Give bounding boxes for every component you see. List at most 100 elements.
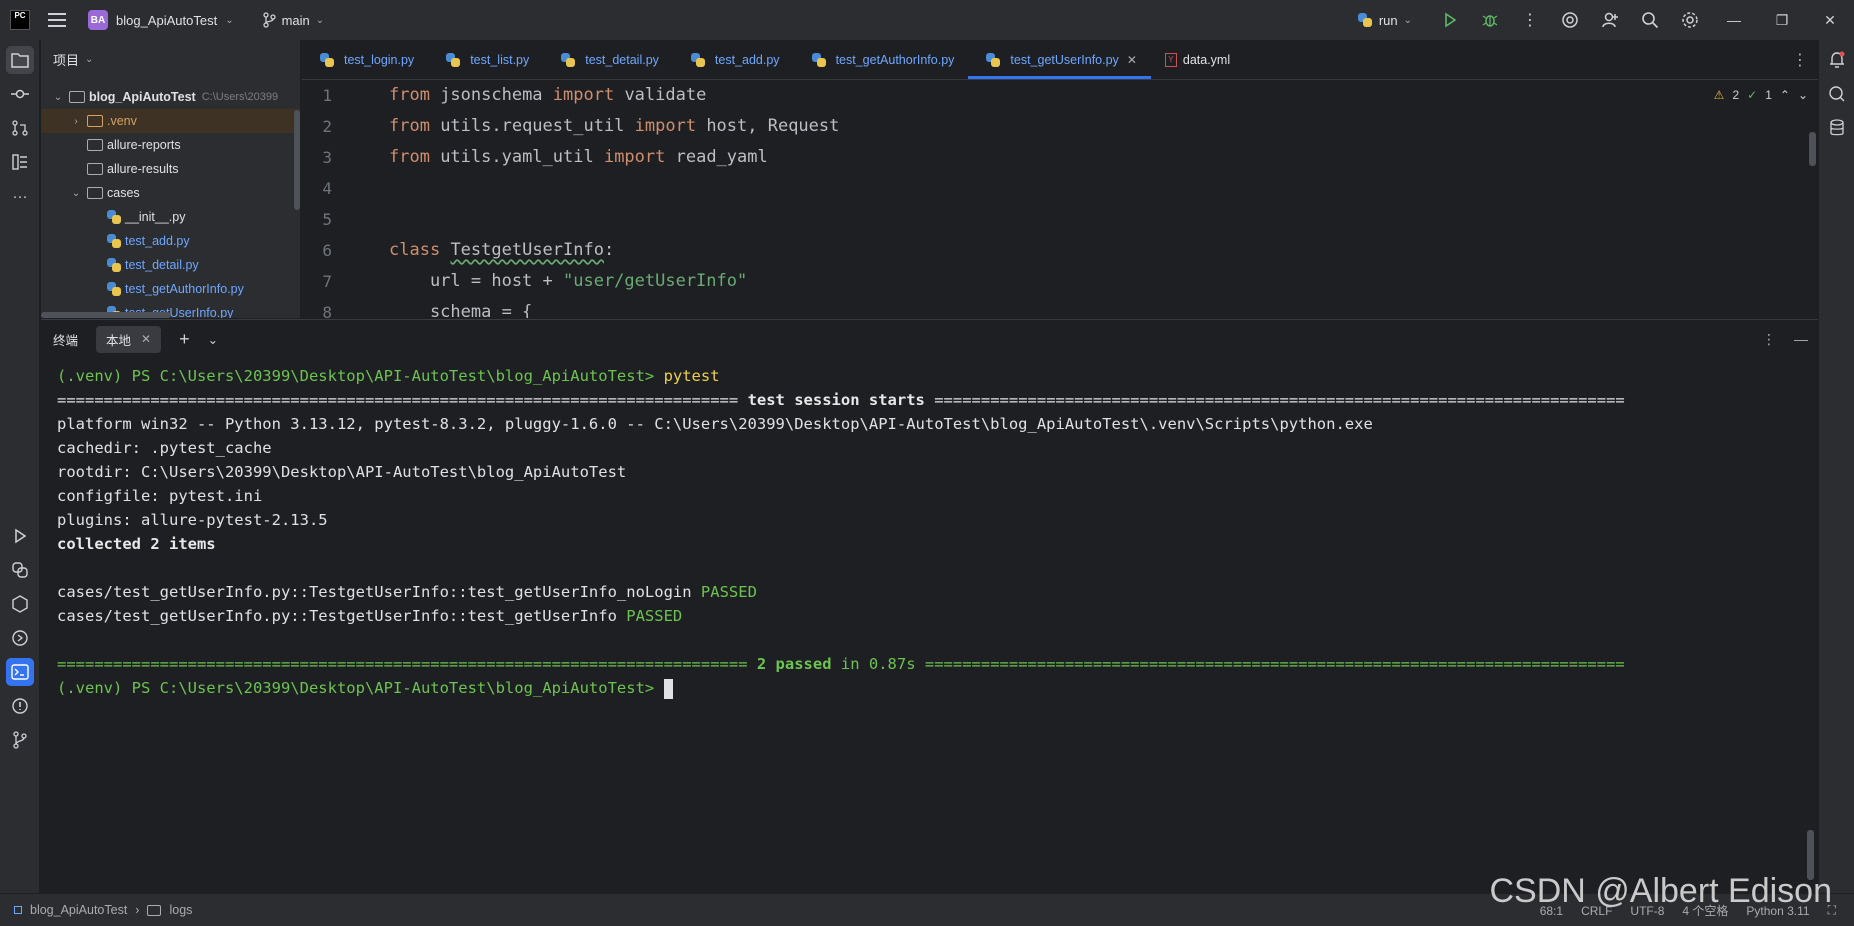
editor-scrollbar[interactable] xyxy=(1809,132,1816,166)
breadcrumb: blog_ApiAutoTest › logs xyxy=(14,903,192,917)
more-tools-icon[interactable]: ··· xyxy=(6,182,34,210)
python-file-icon xyxy=(107,234,121,248)
branch-name: main xyxy=(281,12,310,28)
run-icon[interactable] xyxy=(1430,0,1470,40)
chevron-down-icon[interactable]: ⌄ xyxy=(208,332,218,347)
commit-icon[interactable] xyxy=(6,80,34,108)
version-control-icon[interactable] xyxy=(6,726,34,754)
code-line: from jsonschema import validate xyxy=(389,85,707,105)
line-number: 2 xyxy=(322,117,332,136)
more-options-icon[interactable]: ⋮ xyxy=(1762,331,1776,348)
tab-test-detail[interactable]: test_detail.py xyxy=(543,40,673,79)
tab-data-yml[interactable]: Y data.yml xyxy=(1151,40,1244,79)
tab-label: test_login.py xyxy=(344,52,415,67)
ai-assistant-icon[interactable] xyxy=(1550,0,1590,40)
tree-item-test-detail[interactable]: test_detail.py xyxy=(41,253,300,277)
project-scrollbar[interactable] xyxy=(294,110,300,210)
tree-item-init-py[interactable]: __init__.py xyxy=(41,205,300,229)
run-configuration-selector[interactable]: run ⌄ xyxy=(1357,12,1412,28)
project-horizontal-scrollbar[interactable] xyxy=(41,312,171,318)
tree-item-allure-reports[interactable]: allure-reports xyxy=(41,133,300,157)
structure-icon[interactable] xyxy=(6,148,34,176)
python-console-icon[interactable] xyxy=(6,624,34,652)
code-line: class TestgetUserInfo: xyxy=(389,240,615,260)
new-terminal-icon[interactable]: + xyxy=(179,329,190,350)
tab-label: test_detail.py xyxy=(585,52,659,67)
close-icon[interactable]: ✕ xyxy=(1127,53,1137,67)
notifications-icon[interactable] xyxy=(1823,46,1851,74)
line-number: 5 xyxy=(322,210,332,229)
inspection-widget[interactable]: ⚠ 2 ✓ 1 ⌃ ⌄ xyxy=(1714,82,1808,108)
chevron-right-icon: › xyxy=(135,903,140,917)
breadcrumb-folder[interactable]: logs xyxy=(169,903,192,917)
pull-requests-icon[interactable] xyxy=(6,114,34,142)
add-user-icon[interactable] xyxy=(1590,0,1630,40)
tabs-more-icon[interactable]: ⋮ xyxy=(1792,40,1808,80)
minimize-panel-icon[interactable]: — xyxy=(1794,331,1808,347)
csdn-watermark: CSDN @Albert Edison xyxy=(1489,872,1832,910)
chevron-right-icon: › xyxy=(74,115,78,127)
project-square-icon xyxy=(14,906,22,914)
tab-test-add[interactable]: test_add.py xyxy=(673,40,794,79)
tab-test-getauthorinfo[interactable]: test_getAuthorInfo.py xyxy=(794,40,969,79)
breadcrumb-project[interactable]: blog_ApiAutoTest xyxy=(30,903,127,917)
terminal-icon[interactable] xyxy=(6,658,34,686)
line-number: 7 xyxy=(322,272,332,291)
main-menu-icon[interactable] xyxy=(48,13,66,27)
chevron-down-icon: ⌄ xyxy=(53,91,63,103)
minimize-button[interactable]: — xyxy=(1710,0,1758,40)
tab-test-login[interactable]: test_login.py xyxy=(302,40,428,79)
tree-item-venv[interactable]: › .venv xyxy=(41,109,300,133)
database-icon[interactable] xyxy=(1823,114,1851,142)
tab-label: 本地 xyxy=(106,333,132,348)
tree-item-test-add[interactable]: test_add.py xyxy=(41,229,300,253)
python-packages-icon[interactable] xyxy=(6,556,34,584)
ai-chat-icon[interactable] xyxy=(1823,80,1851,108)
line-number: 6 xyxy=(322,241,332,260)
search-icon[interactable] xyxy=(1630,0,1670,40)
code-lines: from jsonschema import validate from uti… xyxy=(389,80,839,318)
tree-item-cases[interactable]: ⌄ cases xyxy=(41,181,300,205)
project-folder-icon[interactable] xyxy=(6,46,34,74)
code-line: schema = { xyxy=(389,302,533,318)
tab-test-getuserinfo[interactable]: test_getUserInfo.py ✕ xyxy=(968,40,1152,79)
close-icon[interactable]: ✕ xyxy=(141,332,151,346)
tree-item-allure-results[interactable]: allure-results xyxy=(41,157,300,181)
project-header[interactable]: 项目 ⌄ xyxy=(41,40,300,78)
terminal-line: cases/test_getUserInfo.py::TestgetUserIn… xyxy=(57,583,757,601)
tree-item-label: test_add.py xyxy=(125,234,190,248)
terminal-line: rootdir: C:\Users\20399\Desktop\API-Auto… xyxy=(57,463,627,481)
run-tool-icon[interactable] xyxy=(6,522,34,550)
project-switcher[interactable]: BA blog_ApiAutoTest ⌄ xyxy=(82,6,240,34)
project-tool-window: 项目 ⌄ ⌄ blog_ApiAutoTest C:\Users\20399 ›… xyxy=(41,40,301,318)
tab-terminal-local[interactable]: 本地 ✕ xyxy=(96,325,162,353)
branch-switcher[interactable]: main ⌄ xyxy=(262,12,324,28)
terminal-line: cachedir: .pytest_cache xyxy=(57,439,272,457)
terminal-line: collected 2 items xyxy=(57,535,216,553)
close-window-button[interactable]: ✕ xyxy=(1806,0,1854,40)
tree-item-root[interactable]: ⌄ blog_ApiAutoTest C:\Users\20399 xyxy=(41,85,300,109)
terminal-output[interactable]: (.venv) PS C:\Users\20399\Desktop\API-Au… xyxy=(57,364,1797,700)
terminal-tabs: 终端 本地 ✕ + ⌄ xyxy=(41,320,1818,358)
ok-count: 1 xyxy=(1765,88,1772,102)
tree-item-label: test_getAuthorInfo.py xyxy=(125,282,244,296)
chevron-up-icon[interactable]: ⌃ xyxy=(1780,88,1790,102)
tab-test-list[interactable]: test_list.py xyxy=(428,40,543,79)
yaml-file-icon: Y xyxy=(1164,52,1177,67)
chevron-down-icon[interactable]: ⌄ xyxy=(1798,88,1808,102)
terminal-line: configfile: pytest.ini xyxy=(57,487,263,505)
problems-icon[interactable] xyxy=(6,692,34,720)
code-editor[interactable]: 1 2 3 4 5 6 7 8 from jsonschema import v… xyxy=(302,80,1818,318)
maximize-button[interactable]: ❐ xyxy=(1758,0,1806,40)
more-actions-icon[interactable]: ⋮ xyxy=(1510,0,1550,40)
editor-area: test_login.py test_list.py test_detail.p… xyxy=(302,40,1818,318)
left-tool-window-bar: ··· xyxy=(0,40,40,893)
services-icon[interactable] xyxy=(6,590,34,618)
tree-item-test-getauthorinfo[interactable]: test_getAuthorInfo.py xyxy=(41,277,300,301)
python-file-icon xyxy=(690,52,705,67)
folder-icon xyxy=(147,904,162,916)
debug-icon[interactable] xyxy=(1470,0,1510,40)
gear-icon[interactable] xyxy=(1670,0,1710,40)
python-file-icon xyxy=(320,52,334,67)
